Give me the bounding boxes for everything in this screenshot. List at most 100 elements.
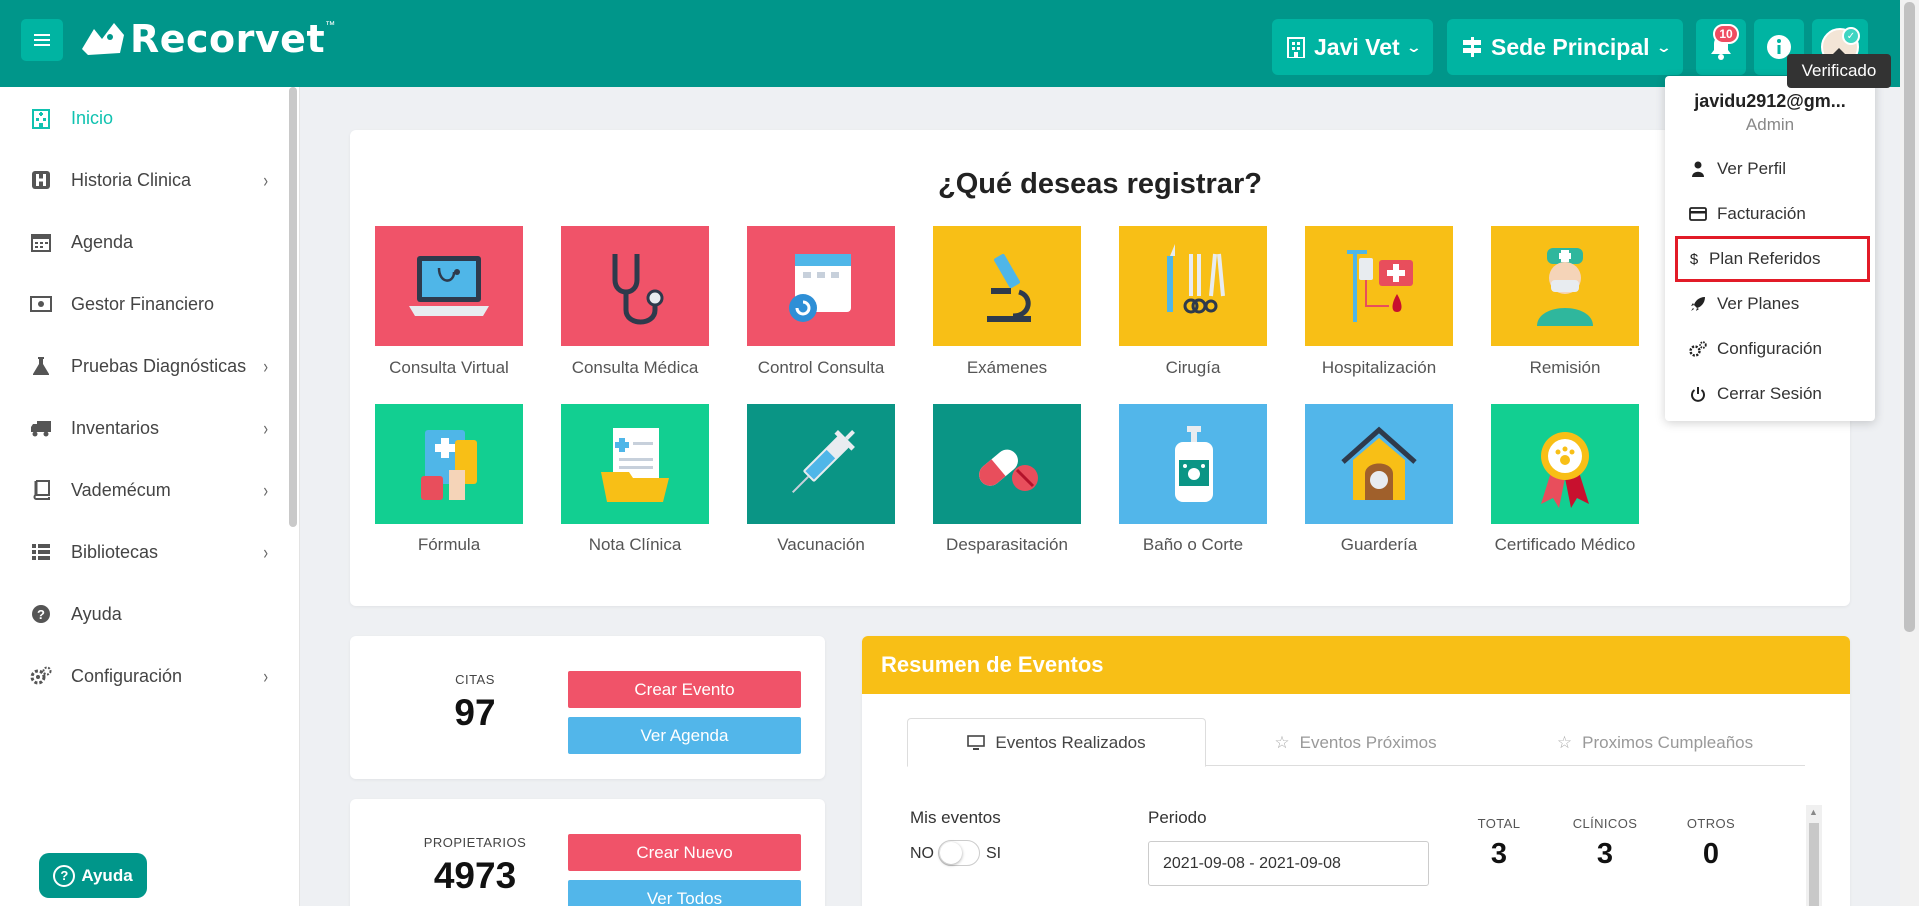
sidebar-item-label: Vademécum (71, 479, 171, 500)
tile-bano-corte[interactable] (1119, 404, 1267, 524)
period-date-input[interactable]: 2021-09-08 - 2021-09-08 (1148, 841, 1429, 886)
tile-control-consulta[interactable] (747, 226, 895, 346)
sidebar-item-ayuda[interactable]: ? Ayuda (0, 594, 290, 634)
money-bill-icon (30, 293, 52, 315)
prescription-icon (421, 430, 477, 500)
ver-agenda-button[interactable]: Ver Agenda (568, 717, 801, 754)
cogs-icon (30, 665, 52, 687)
stethoscope-icon (612, 254, 664, 325)
chevron-down-icon: ⌄ (1655, 38, 1672, 55)
events-scrollbar[interactable] (1806, 805, 1822, 906)
citas-label: CITAS (455, 672, 495, 687)
menu-toggle-button[interactable] (21, 19, 63, 61)
question-circle-icon: ? (30, 603, 52, 625)
branch-selector[interactable]: Sede Principal ⌄ (1447, 19, 1684, 75)
tab-label: Proximos Cumpleaños (1582, 732, 1754, 752)
menu-item-label: Plan Referidos (1709, 249, 1821, 268)
surgical-tools-icon (1167, 244, 1225, 314)
menu-item-configuracion[interactable]: Configuración (1689, 331, 1859, 367)
star-icon: ☆ (1556, 732, 1573, 752)
clinic-selector[interactable]: Javi Vet ⌄ (1272, 19, 1434, 75)
chevron-right-icon: › (263, 664, 268, 688)
sidebar-item-inventarios[interactable]: Inventarios › (0, 408, 290, 448)
tile-cirugia[interactable] (1119, 226, 1267, 346)
tile-consulta-virtual[interactable] (375, 226, 523, 346)
menu-item-label: Ver Planes (1717, 294, 1800, 313)
star-icon: ☆ (1274, 732, 1290, 752)
propietarios-label: PROPIETARIOS (423, 835, 527, 850)
sidebar-item-label: Inicio (71, 107, 114, 128)
sidebar-item-agenda[interactable]: Agenda (0, 222, 290, 262)
chevron-right-icon: › (263, 540, 268, 564)
user-dropdown-menu: javidu2912@gm... Admin Ver Perfil Factur… (1665, 76, 1875, 421)
page-scrollbar[interactable] (1900, 0, 1919, 906)
sidebar-item-label: Pruebas Diagnósticas (71, 355, 247, 376)
menu-item-ver-perfil[interactable]: Ver Perfil (1689, 151, 1859, 187)
tile-guarderia[interactable] (1305, 404, 1453, 524)
tile-remision[interactable] (1491, 226, 1639, 346)
sidebar-scrollbar[interactable] (289, 87, 297, 527)
flask-icon (30, 355, 52, 377)
sidebar-item-label: Inventarios (71, 417, 160, 438)
signpost-icon (1463, 37, 1481, 57)
tile-vacunacion[interactable] (747, 404, 895, 524)
menu-item-ver-planes[interactable]: Ver Planes (1689, 286, 1859, 322)
sidebar-item-pruebas-diagnosticas[interactable]: Pruebas Diagnósticas › (0, 346, 290, 386)
iv-drip-icon (1347, 250, 1413, 322)
tile-examenes[interactable] (933, 226, 1081, 346)
tile-label: Certificado Médico (1494, 535, 1636, 554)
h-square-icon (30, 169, 52, 191)
total-label: TOTAL (1477, 816, 1521, 831)
sidebar-item-label: Agenda (71, 231, 134, 252)
menu-item-label: Cerrar Sesión (1717, 384, 1822, 403)
menu-item-cerrar-sesion[interactable]: Cerrar Sesión (1689, 376, 1859, 412)
tile-consulta-medica[interactable] (561, 226, 709, 346)
sidebar-item-configuracion[interactable]: Configuración › (0, 656, 290, 696)
tile-nota-clinica[interactable] (561, 404, 709, 524)
help-floating-button[interactable]: ? Ayuda (39, 853, 147, 898)
power-icon (1689, 386, 1707, 402)
crear-evento-button[interactable]: Crear Evento (568, 671, 801, 708)
medal-icon (1541, 432, 1589, 508)
notifications-badge: 10 (1713, 24, 1739, 44)
citas-value: 97 (454, 692, 496, 733)
menu-item-plan-referidos[interactable]: $ Plan Referidos (1675, 236, 1870, 282)
sidebar-item-vademecum[interactable]: Vademécum › (0, 470, 290, 510)
crear-nuevo-button[interactable]: Crear Nuevo (568, 834, 801, 871)
tile-label: Nota Clínica (588, 535, 682, 554)
chevron-right-icon: › (263, 478, 268, 502)
tile-desparasitacion[interactable] (933, 404, 1081, 524)
sidebar-item-gestor-financiero[interactable]: Gestor Financiero (0, 284, 290, 324)
my-events-toggle[interactable] (938, 840, 980, 866)
tab-eventos-proximos[interactable]: ☆ Eventos Próximos (1206, 718, 1505, 767)
tile-label: Guardería (1340, 535, 1418, 554)
user-doctor-icon (1689, 161, 1707, 177)
tile-certificado-medico[interactable] (1491, 404, 1639, 524)
list-icon (30, 541, 52, 563)
clinical-folder-icon (601, 428, 669, 502)
otros-value: 0 (1702, 838, 1720, 870)
user-email: javidu2912@gm... (1694, 91, 1846, 111)
truck-icon (30, 417, 52, 439)
app-logo[interactable]: Recorvet ™ (80, 16, 335, 62)
ver-todos-button[interactable]: Ver Todos (568, 880, 801, 906)
tile-label: Vacunación (777, 535, 865, 554)
tab-proximos-cumpleanos[interactable]: ☆ Proximos Cumpleaños (1505, 718, 1805, 767)
menu-item-label: Ver Perfil (1717, 159, 1786, 178)
tile-hospitalizacion[interactable] (1305, 226, 1453, 346)
sidebar-item-label: Gestor Financiero (71, 293, 215, 314)
dollar-icon: $ (1689, 250, 1699, 268)
verified-tooltip: Verificado (1787, 48, 1891, 88)
tile-label: Remisión (1529, 358, 1601, 377)
building-icon (1287, 37, 1305, 58)
sidebar-item-inicio[interactable]: Inicio (0, 98, 290, 138)
page-scrollbar-thumb[interactable] (1904, 2, 1915, 632)
tile-formula[interactable] (375, 404, 523, 524)
menu-item-facturacion[interactable]: Facturación (1689, 196, 1859, 232)
tab-eventos-realizados[interactable]: Eventos Realizados (907, 718, 1206, 767)
sidebar-item-bibliotecas[interactable]: Bibliotecas › (0, 532, 290, 572)
sidebar-item-historia-clinica[interactable]: Historia Clinica › (0, 160, 290, 200)
total-value: 3 (1490, 838, 1508, 870)
pill-icon (979, 449, 1038, 491)
tile-label: Exámenes (966, 358, 1048, 377)
